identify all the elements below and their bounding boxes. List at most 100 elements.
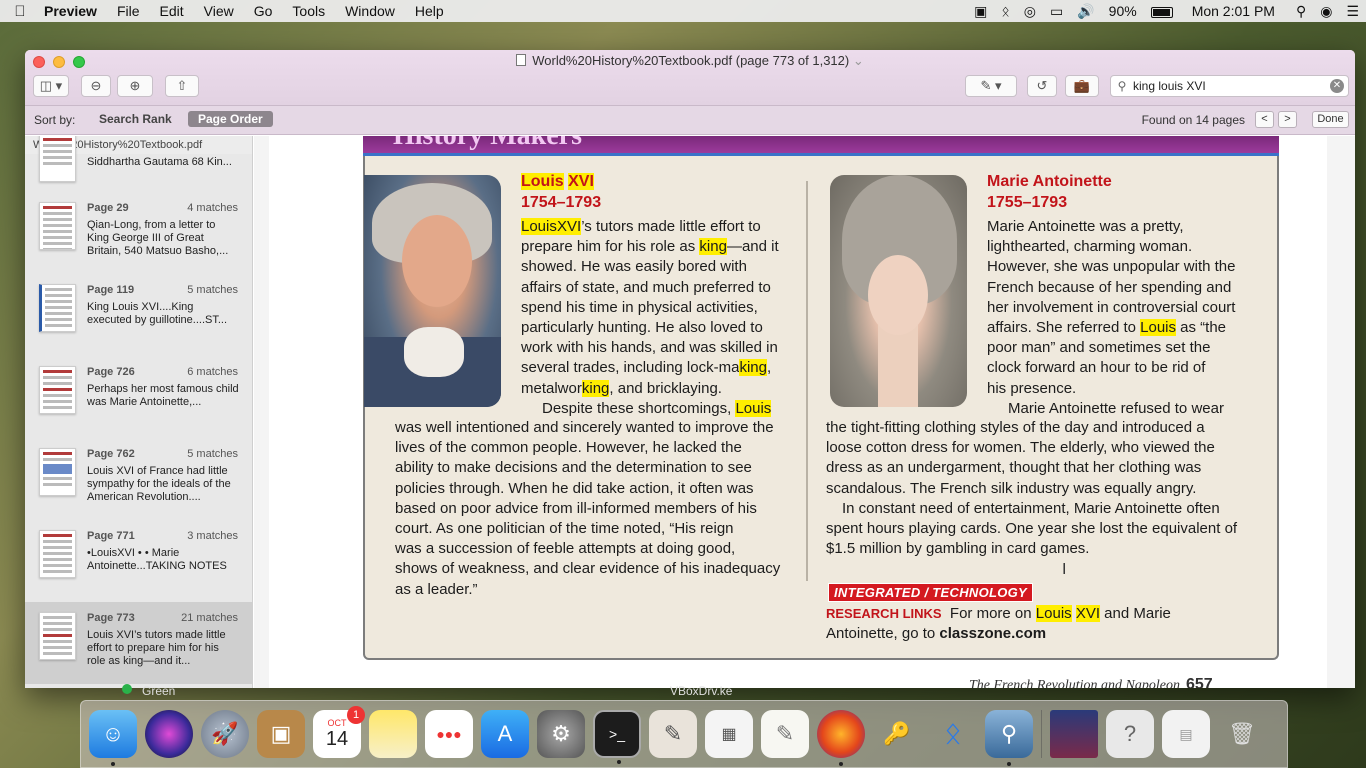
trash-icon[interactable]: 🗑 [1218, 710, 1266, 758]
next-result-button[interactable]: > [1278, 111, 1297, 128]
script-editor-icon[interactable]: ✎ [649, 710, 697, 758]
pen-icon: ✎ ▾ [980, 78, 1002, 93]
page-number: 657 [1186, 676, 1213, 688]
reminders-icon[interactable]: ●●● [425, 710, 473, 758]
marie-bio-bottom: the tight-fitting clothing styles of the… [826, 419, 1238, 558]
menu-view[interactable]: View [194, 3, 244, 19]
classzone-link[interactable]: classzone.com [939, 625, 1046, 642]
siri-icon[interactable]: ◉ [1313, 3, 1339, 20]
battery-icon[interactable] [1144, 3, 1180, 19]
bluetooth-icon[interactable]: ᛟ [929, 710, 977, 758]
chevron-down-icon[interactable]: ⌄ [853, 53, 864, 68]
menu-app-preview[interactable]: Preview [40, 3, 107, 19]
rotate-icon: ↺ [1036, 78, 1048, 93]
page-thumbnail [39, 202, 76, 250]
page-thumbnail [39, 448, 76, 496]
zoom-in-icon: ⊕ [129, 78, 141, 93]
dock-separator [1041, 710, 1042, 758]
integrated-technology-badge: INTEGRATED / TECHNOLOGY [828, 583, 1034, 602]
volume-status-icon[interactable]: 🔊 [1070, 3, 1101, 20]
text-cursor-icon: I [1062, 561, 1067, 578]
clock[interactable]: Mon 2:01 PM [1180, 3, 1289, 19]
sort-search-rank-button[interactable]: Search Rank [89, 111, 182, 127]
marie-heading: Marie Antoinette [987, 173, 1112, 190]
search-result[interactable]: Page 771 3 matches •LouisXVI • • Marie A… [25, 520, 252, 602]
search-results-sidebar: World%20History%20Textbook.pdf Siddharth… [25, 136, 253, 688]
result-matches: 21 matches [181, 612, 238, 624]
notification-center-icon[interactable]: ☰ [1339, 3, 1366, 20]
result-page: Page 119 [87, 284, 135, 296]
menu-edit[interactable]: Edit [150, 3, 194, 19]
box-status-icon[interactable]: ▣ [967, 3, 994, 20]
clear-search-icon[interactable]: ✕ [1330, 79, 1344, 93]
status-dot-icon [122, 684, 132, 694]
research-links: RESEARCH LINKS For more on Louis XVI and… [826, 605, 1171, 642]
background-label-right: VBoxDrv.ke [670, 684, 733, 698]
search-result-partial[interactable]: Siddhartha Gautama 68 Kin... [25, 136, 252, 192]
preview-icon[interactable]: ⚲ [985, 710, 1033, 766]
wifi-status-icon[interactable]: ◎ [1017, 3, 1043, 20]
siri-dock-icon[interactable] [145, 710, 193, 758]
result-page: Page 726 [87, 366, 135, 378]
rotate-button[interactable]: ↺ [1027, 75, 1057, 97]
search-sort-bar: Sort by: Search Rank Page Order Found on… [25, 106, 1355, 135]
sidebar-toggle-button[interactable]: ◫ ▾ [33, 75, 69, 97]
calendar-icon[interactable]: OCT 14 1 [313, 706, 365, 758]
apple-menu-icon[interactable]:  [0, 3, 40, 20]
page-footer: The French Revolution and Napoleon 657 [969, 676, 1213, 688]
zoom-out-button[interactable]: ⊖ [81, 75, 111, 97]
toolbox-button[interactable]: 💼 [1065, 75, 1099, 97]
menu-help[interactable]: Help [405, 3, 454, 19]
search-result[interactable]: Page 119 5 matches King Louis XVI....Kin… [25, 274, 252, 356]
pdf-document-icon [516, 54, 527, 66]
result-matches: 4 matches [187, 202, 238, 214]
downloads-stack-icon[interactable]: ▤ [1162, 710, 1210, 758]
textedit-icon[interactable]: ✎ [761, 710, 809, 758]
unknown-file-icon[interactable]: ? [1106, 710, 1154, 758]
terminal-icon[interactable]: >_ [593, 710, 641, 764]
sort-by-label: Sort by: [34, 113, 76, 127]
calendar-badge: 1 [347, 706, 365, 724]
menu-go[interactable]: Go [244, 3, 283, 19]
finder-icon[interactable]: ☺ [89, 710, 137, 766]
document-view[interactable]: History Makers Louis XVI 1754–1793 Louis… [254, 136, 1355, 688]
app-store-icon[interactable]: A [481, 710, 529, 758]
spotlight-search-icon[interactable]: ⚲ [1289, 3, 1313, 20]
bluetooth-status-icon[interactable]: ᛟ [994, 3, 1016, 19]
search-result[interactable]: Page 762 5 matches Louis XVI of France h… [25, 438, 252, 520]
sort-page-order-button[interactable]: Page Order [188, 111, 273, 127]
search-result[interactable]: Page 726 6 matches Perhaps her most famo… [25, 356, 252, 438]
page-thumbnail [39, 612, 76, 660]
menu-file[interactable]: File [107, 3, 150, 19]
column-divider [806, 181, 808, 581]
search-input[interactable]: king louis XVI [1133, 79, 1330, 93]
share-button[interactable]: ⇧ [165, 75, 199, 97]
previous-result-button[interactable]: < [1255, 111, 1274, 128]
airplay-status-icon[interactable]: ▭ [1043, 3, 1070, 20]
menu-window[interactable]: Window [335, 3, 405, 19]
menu-tools[interactable]: Tools [282, 3, 335, 19]
done-button[interactable]: Done [1312, 111, 1349, 128]
search-result-selected[interactable]: Page 773 21 matches Louis XVI’s tutors m… [25, 602, 252, 684]
page-thumbnail [39, 284, 76, 332]
battery-percent[interactable]: 90% [1102, 3, 1144, 19]
toolbox-icon: 💼 [1073, 78, 1091, 93]
markup-button[interactable]: ✎ ▾ [965, 75, 1017, 97]
system-preferences-icon[interactable]: ⚙ [537, 710, 585, 758]
grapher-icon[interactable]: ▦ [705, 710, 753, 758]
result-snippet: King Louis XVI....King executed by guill… [87, 301, 228, 326]
page-thumbnail [39, 530, 76, 578]
title-bar: World%20History%20Textbook.pdf (page 773… [25, 50, 1355, 106]
share-icon: ⇧ [176, 78, 188, 93]
search-field[interactable]: ⚲ king louis XVI ✕ [1110, 75, 1349, 97]
louis-bio-bottom: was well intentioned and sincerely wante… [395, 419, 781, 598]
keychain-icon[interactable]: 🔑 [873, 710, 921, 758]
zoom-in-button[interactable]: ⊕ [117, 75, 153, 97]
notes-icon[interactable] [369, 710, 417, 758]
contacts-icon[interactable]: ▣ [257, 710, 305, 758]
launchpad-icon[interactable]: 🚀 [201, 710, 249, 758]
textbook-document-icon[interactable] [1050, 710, 1098, 758]
firefox-icon[interactable] [817, 710, 865, 766]
pdf-page: History Makers Louis XVI 1754–1793 Louis… [269, 136, 1327, 688]
search-result[interactable]: Page 29 4 matches Qian-Long, from a lett… [25, 192, 252, 274]
